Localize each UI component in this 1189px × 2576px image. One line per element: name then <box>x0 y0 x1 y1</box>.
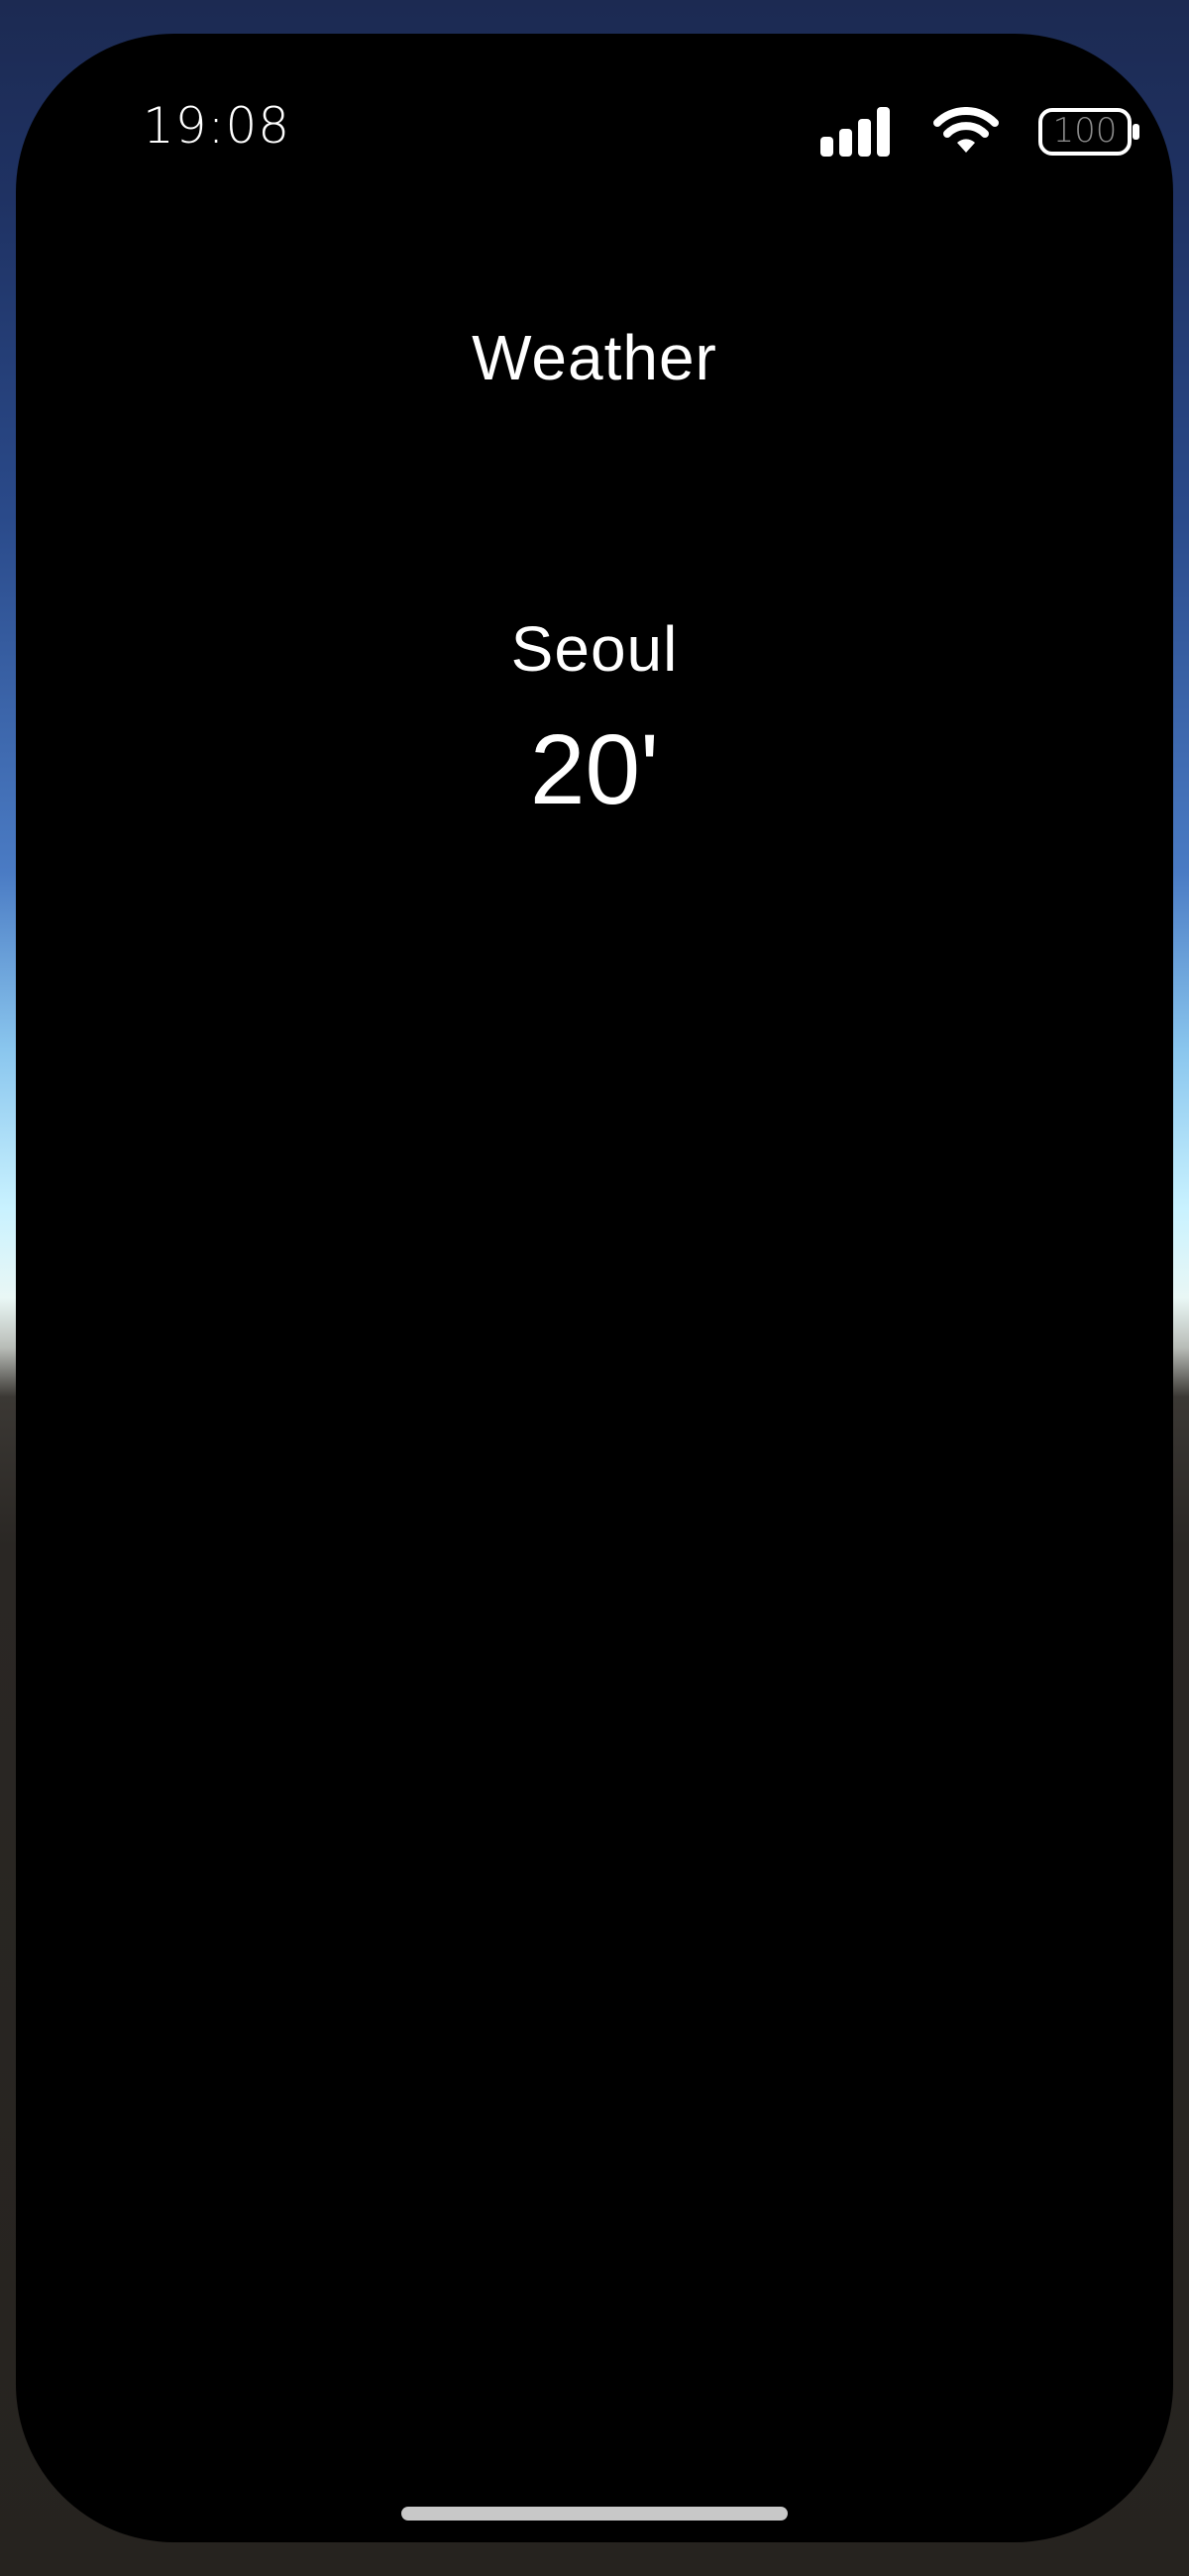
temperature-value: 20' <box>529 714 660 825</box>
status-time: 19:08 <box>143 97 291 155</box>
wifi-icon <box>933 107 999 153</box>
cellular-signal-icon <box>820 107 890 157</box>
phone-screen: 19:08 100 Weather Seoul 20' <box>16 34 1173 2542</box>
battery-level-text: 100 <box>1052 111 1118 151</box>
status-bar: 19:08 100 <box>16 34 1173 212</box>
home-indicator[interactable] <box>401 2507 788 2521</box>
page-title: Weather <box>472 322 717 393</box>
city-name: Seoul <box>510 613 679 685</box>
